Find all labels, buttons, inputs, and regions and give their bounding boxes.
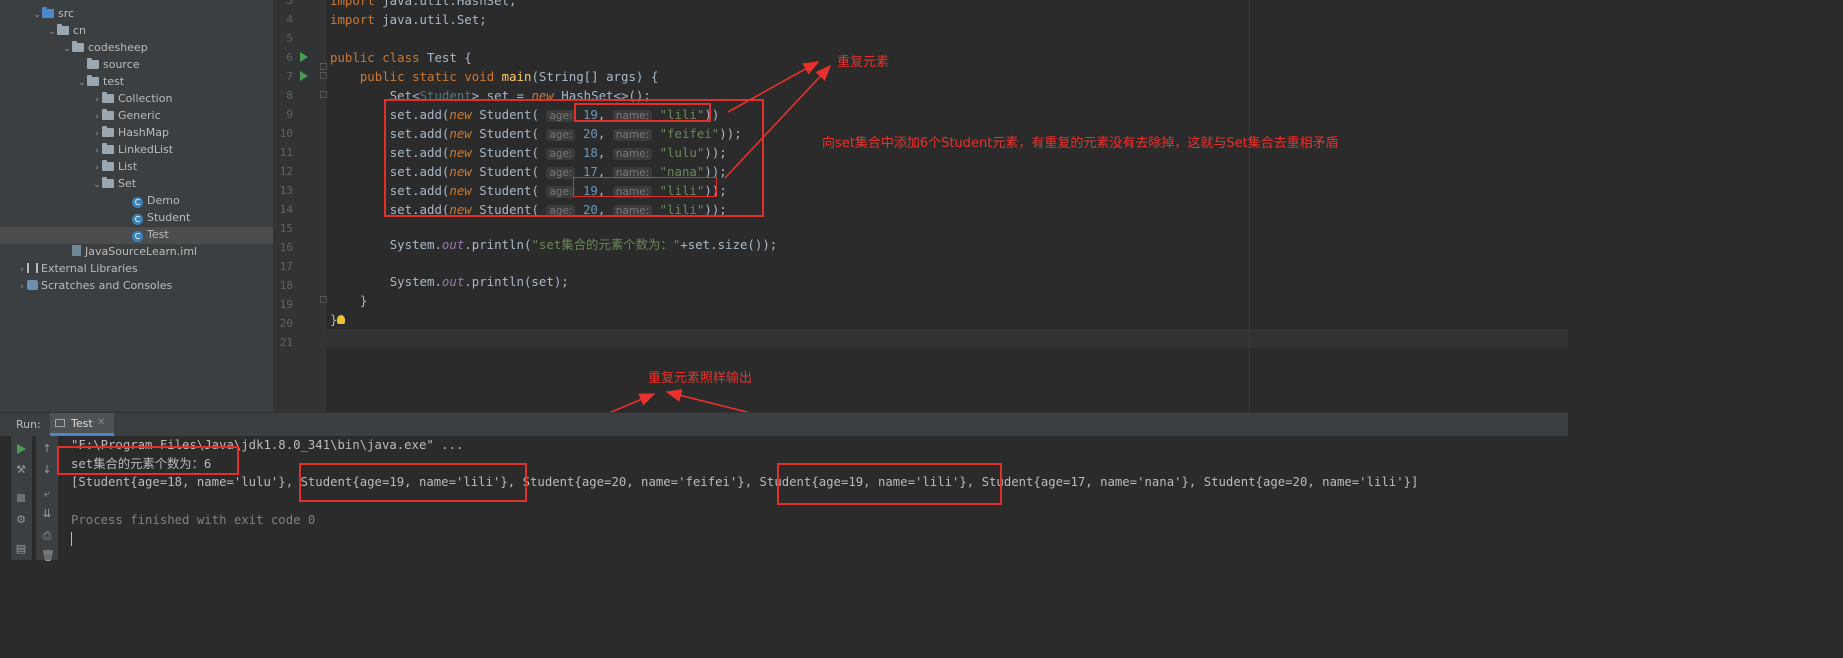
run-toolbar: ⚒ ⚙ ▤: [11, 436, 32, 560]
output-dup-box-2: [777, 463, 1002, 505]
down-arrow-icon[interactable]: ↓: [41, 464, 53, 476]
layout-icon[interactable]: ▤: [15, 543, 27, 555]
scroll-to-end-icon[interactable]: ⇊: [41, 508, 53, 520]
up-arrow-icon[interactable]: ↑: [41, 443, 53, 455]
run-panel-header: Run: Test ✕: [0, 412, 1568, 437]
wrench-icon[interactable]: ⚒: [15, 464, 27, 476]
console-exit-line: Process finished with exit code 0: [71, 513, 316, 527]
size-highlight-box: [57, 446, 239, 475]
rerun-icon[interactable]: [17, 444, 26, 454]
close-icon[interactable]: ✕: [97, 417, 105, 428]
tab-label: Test: [71, 417, 93, 430]
camera-icon[interactable]: ⚙: [15, 514, 27, 526]
print-icon[interactable]: ⎙: [41, 530, 53, 542]
run-label: Run:: [16, 418, 41, 431]
soft-wrap-icon[interactable]: ⤶: [41, 488, 53, 500]
stop-icon[interactable]: [17, 494, 25, 502]
console-caret: [71, 532, 72, 546]
output-dup-box-1: [299, 463, 527, 502]
console-set-line: [Student{age=18, name='lulu'}, Student{a…: [71, 475, 1419, 489]
trash-icon[interactable]: 🗑: [41, 550, 55, 562]
tab-test[interactable]: Test ✕: [50, 413, 114, 436]
run-toolbar-secondary: ↑ ↓ ⤶ ⇊ ⎙ 🗑: [36, 436, 58, 562]
console-icon: [55, 419, 65, 427]
